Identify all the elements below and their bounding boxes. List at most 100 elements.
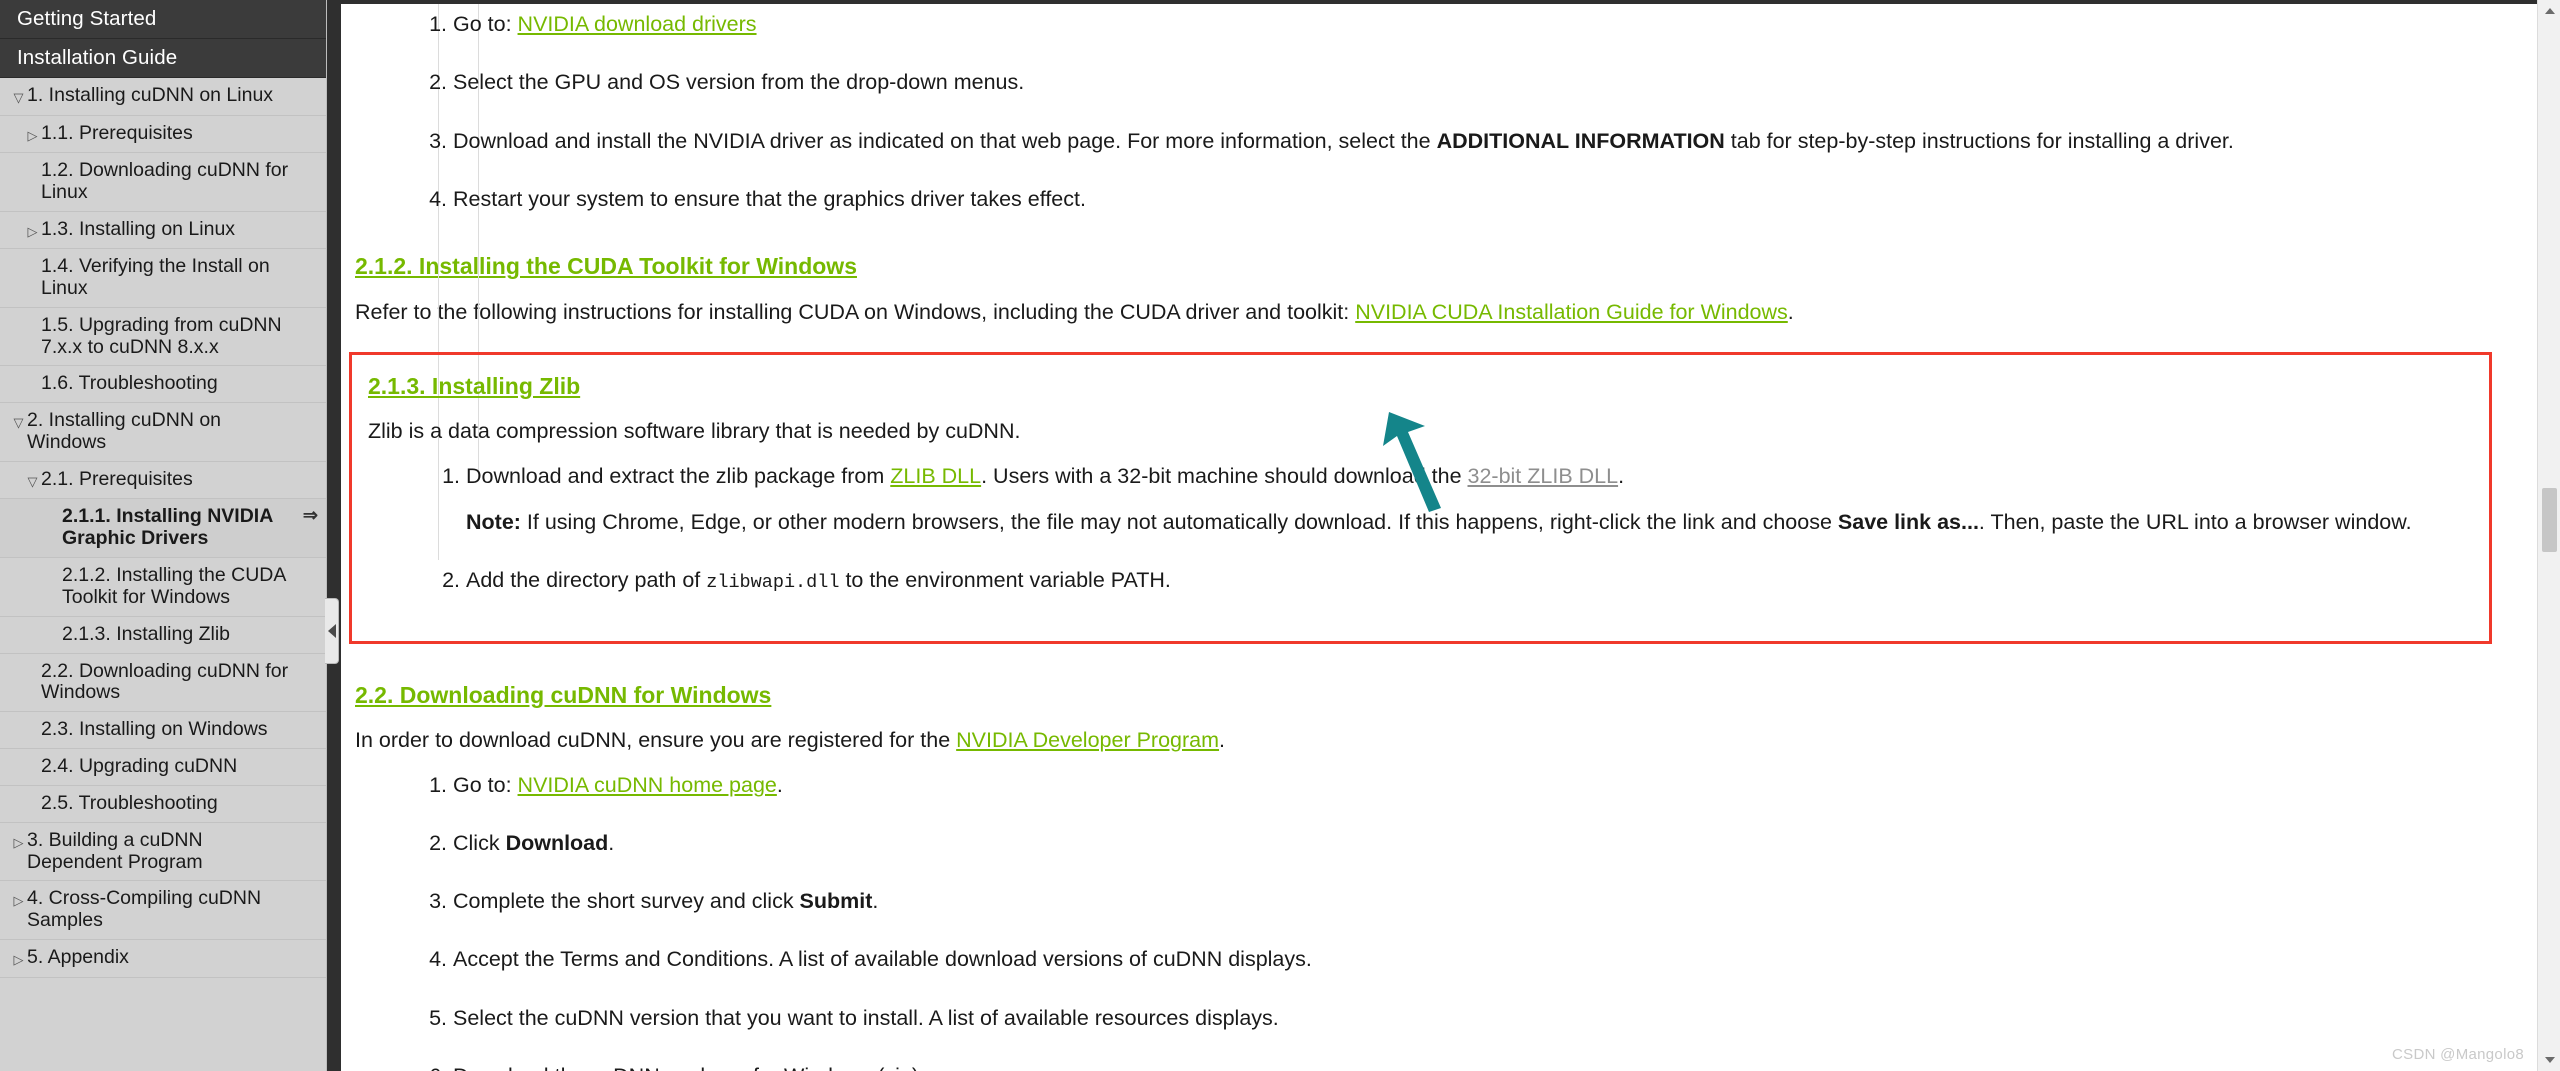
toc-item-18[interactable]: ▷ 4. Cross-Compiling cuDNN Samples bbox=[0, 881, 326, 941]
toc-item-14[interactable]: 2.3. Installing on Windows bbox=[0, 712, 326, 750]
toc-item-label: 2.1.3. Installing Zlib bbox=[62, 622, 231, 645]
highlight-box-zlib: 2.1.3. Installing Zlib Zlib is a data co… bbox=[349, 351, 2492, 644]
link-cuda-install-guide-windows[interactable]: NVIDIA CUDA Installation Guide for Windo… bbox=[1355, 300, 1788, 324]
toc-item-label: 1.4. Verifying the Install on Linux bbox=[41, 255, 270, 299]
content-scroll-area[interactable]: 1. Go to: NVIDIA download drivers 2. Select… bbox=[341, 0, 2560, 1071]
scrollbar-thumb[interactable] bbox=[2542, 488, 2557, 552]
twisty-collapsed-icon[interactable]: ▷ bbox=[10, 888, 27, 911]
scroll-up-button[interactable] bbox=[2538, 0, 2560, 22]
link-zlib-dll[interactable]: ZLIB DLL bbox=[890, 464, 981, 488]
toc-item-7[interactable]: 1.6. Troubleshooting bbox=[0, 366, 326, 404]
toc-item-label: 3. Building a cuDNN Dependent Program bbox=[27, 828, 203, 873]
toc-item-label: 2.1.1. Installing NVIDIA Graphic Drivers bbox=[62, 505, 273, 550]
chevron-left-icon bbox=[327, 624, 336, 638]
download-step-1-text-2: . bbox=[776, 772, 783, 797]
toc-item-17[interactable]: ▷ 3. Building a cuDNN Dependent Program bbox=[0, 823, 326, 882]
toc-item-19[interactable]: ▷ 5. Appendix bbox=[0, 940, 326, 978]
twisty-collapsed-icon[interactable]: ▷ bbox=[24, 123, 41, 146]
driver-step-2-text-0: Select the GPU and OS version from the d… bbox=[453, 70, 1025, 95]
scroll-down-button[interactable] bbox=[2538, 1049, 2560, 1071]
code-zlibwapi-dll: zlibwapi.dll bbox=[706, 572, 840, 593]
zlib-step-1-number: 1. bbox=[442, 463, 460, 488]
zlib-step-1-mid: . Users with a 32-bit machine should dow… bbox=[981, 463, 1468, 488]
toc-item-10[interactable]: 2.1.1. Installing NVIDIA Graphic Drivers… bbox=[0, 499, 326, 559]
heading-2-1-2[interactable]: 2.1.2. Installing the CUDA Toolkit for W… bbox=[341, 249, 2500, 284]
toc-list: ▽ 1. Installing cuDNN on Linux ▷ 1.1. Prere… bbox=[0, 78, 326, 978]
toc-item-2[interactable]: ▷ 1.1. Prerequisites bbox=[0, 116, 326, 153]
sidebar-header-getting-started[interactable]: Getting Started bbox=[0, 0, 326, 39]
driver-step-3-text-2: tab for step-by-step instructions for in… bbox=[1724, 128, 2234, 153]
toc-item-5[interactable]: 1.4. Verifying the Install on Linux bbox=[0, 249, 326, 308]
top-edge-bar bbox=[341, 0, 2560, 4]
download-step-1-link[interactable]: NVIDIA cuDNN home page bbox=[518, 773, 777, 797]
download-step-3: 3. Complete the short survey and click Su… bbox=[429, 885, 2500, 917]
toc-item-label: 2.1.2. Installing the CUDA Toolkit for W… bbox=[62, 564, 286, 608]
download-step-3-emphasis: Submit bbox=[799, 889, 873, 913]
twisty-collapsed-icon[interactable]: ▷ bbox=[10, 830, 27, 853]
twisty-collapsed-icon[interactable]: ▷ bbox=[10, 947, 27, 970]
driver-step-4-number: 4. bbox=[429, 186, 447, 211]
toc-item-label: 4. Cross-Compiling cuDNN Samples bbox=[27, 887, 262, 932]
toc-item-label: 1.1. Prerequisites bbox=[41, 121, 193, 144]
toc-item-label: 1.2. Downloading cuDNN for Linux bbox=[41, 159, 289, 203]
zlib-note: Note: If using Chrome, Edge, or other mo… bbox=[466, 506, 2471, 538]
toc-item-4[interactable]: ▷ 1.3. Installing on Linux bbox=[0, 212, 326, 250]
driver-step-1: 1. Go to: NVIDIA download drivers bbox=[429, 8, 2500, 40]
driver-step-1-number: 1. bbox=[429, 12, 447, 36]
heading-2-2[interactable]: 2.2. Downloading cuDNN for Windows bbox=[341, 678, 2500, 713]
watermark-text: CSDN @Mangolo8 bbox=[2392, 1046, 2524, 1063]
triangle-up-icon bbox=[2544, 8, 2555, 14]
download-step-2-emphasis: Download bbox=[505, 830, 609, 855]
zlib-steps: 1. Download and extract the zlib package… bbox=[354, 460, 2471, 597]
twisty-collapsed-icon[interactable]: ▷ bbox=[24, 219, 41, 242]
vertical-scrollbar[interactable] bbox=[2537, 0, 2560, 1071]
note-post: . Then, paste the URL into a browser win… bbox=[1978, 509, 2412, 534]
toc-item-6[interactable]: 1.5. Upgrading from cuDNN 7.x.x to cuDNN… bbox=[0, 308, 326, 367]
cudnn-download-steps: 1. Go to: NVIDIA cuDNN home page. 2. Click … bbox=[341, 769, 2500, 1071]
toc-item-3[interactable]: 1.2. Downloading cuDNN for Linux bbox=[0, 153, 326, 212]
toc-item-16[interactable]: 2.5. Troubleshooting bbox=[0, 786, 326, 823]
toc-item-1[interactable]: ▽ 1. Installing cuDNN on Linux bbox=[0, 78, 326, 116]
toc-item-label: 1.6. Troubleshooting bbox=[41, 372, 218, 395]
note-bold: Save link as... bbox=[1837, 509, 1979, 534]
toc-item-9[interactable]: ▽ 2.1. Prerequisites bbox=[0, 462, 326, 500]
driver-step-3-text-0: Download and install the NVIDIA driver a… bbox=[453, 128, 1437, 153]
sidebar-collapse-handle[interactable] bbox=[325, 598, 339, 664]
sidebar-header-installation-guide[interactable]: Installation Guide bbox=[0, 39, 326, 78]
zlib-step-2-post: to the environment variable PATH. bbox=[839, 568, 1171, 592]
driver-step-2: 2. Select the GPU and OS version from the… bbox=[429, 66, 2500, 98]
toc-item-label: 2.4. Upgrading cuDNN bbox=[41, 755, 238, 778]
paragraph-2-2-intro: In order to download cuDNN, ensure you a… bbox=[341, 724, 2500, 756]
zlib-step-1: 1. Download and extract the zlib package… bbox=[442, 460, 2471, 539]
download-step-4-number: 4. bbox=[429, 947, 447, 972]
toc-item-label: 2. Installing cuDNN on Windows bbox=[27, 409, 222, 454]
driver-step-1-text-0: Go to: bbox=[453, 12, 518, 36]
twisty-expanded-icon[interactable]: ▽ bbox=[10, 85, 27, 108]
driver-step-3: 3. Download and install the NVIDIA driver… bbox=[429, 125, 2500, 157]
download-step-4-text-0: Accept the Terms and Conditions. A list … bbox=[453, 947, 1312, 972]
triangle-down-icon bbox=[2544, 1057, 2555, 1063]
driver-step-3-emphasis: ADDITIONAL INFORMATION bbox=[1436, 128, 1725, 153]
p212-pre: Refer to the following instructions for … bbox=[355, 299, 1356, 324]
twisty-expanded-icon[interactable]: ▽ bbox=[10, 410, 27, 433]
toc-sidebar: Getting Started Installation Guide ▽ 1. I… bbox=[0, 0, 327, 1071]
zlib-step-2-number: 2. bbox=[442, 568, 460, 592]
toc-item-15[interactable]: 2.4. Upgrading cuDNN bbox=[0, 749, 326, 786]
toc-item-label: 2.3. Installing on Windows bbox=[41, 718, 268, 741]
toc-item-13[interactable]: 2.2. Downloading cuDNN for Windows bbox=[0, 654, 326, 713]
paragraph-zlib-intro: Zlib is a data compression software libr… bbox=[368, 419, 1021, 444]
download-step-4: 4. Accept the Terms and Conditions. A lis… bbox=[429, 943, 2500, 975]
driver-step-4-text-0: Restart your system to ensure that the g… bbox=[453, 186, 1086, 211]
toc-item-12[interactable]: 2.1.3. Installing Zlib bbox=[0, 617, 326, 654]
link-zlib-dll-32bit[interactable]: 32-bit ZLIB DLL bbox=[1468, 464, 1619, 488]
toc-item-label: 2.1. Prerequisites bbox=[41, 467, 193, 490]
driver-step-4: 4. Restart your system to ensure that the… bbox=[429, 183, 2500, 215]
driver-step-1-link[interactable]: NVIDIA download drivers bbox=[518, 12, 757, 36]
toc-item-11[interactable]: 2.1.2. Installing the CUDA Toolkit for W… bbox=[0, 558, 326, 617]
zlib-step-2-pre: Add the directory path of bbox=[466, 568, 707, 592]
toc-item-8[interactable]: ▽ 2. Installing cuDNN on Windows bbox=[0, 403, 326, 462]
twisty-expanded-icon[interactable]: ▽ bbox=[24, 469, 41, 492]
download-step-1-number: 1. bbox=[429, 772, 447, 797]
link-nvidia-developer-program[interactable]: NVIDIA Developer Program bbox=[956, 728, 1219, 752]
heading-2-1-3[interactable]: 2.1.3. Installing Zlib bbox=[354, 369, 2471, 404]
